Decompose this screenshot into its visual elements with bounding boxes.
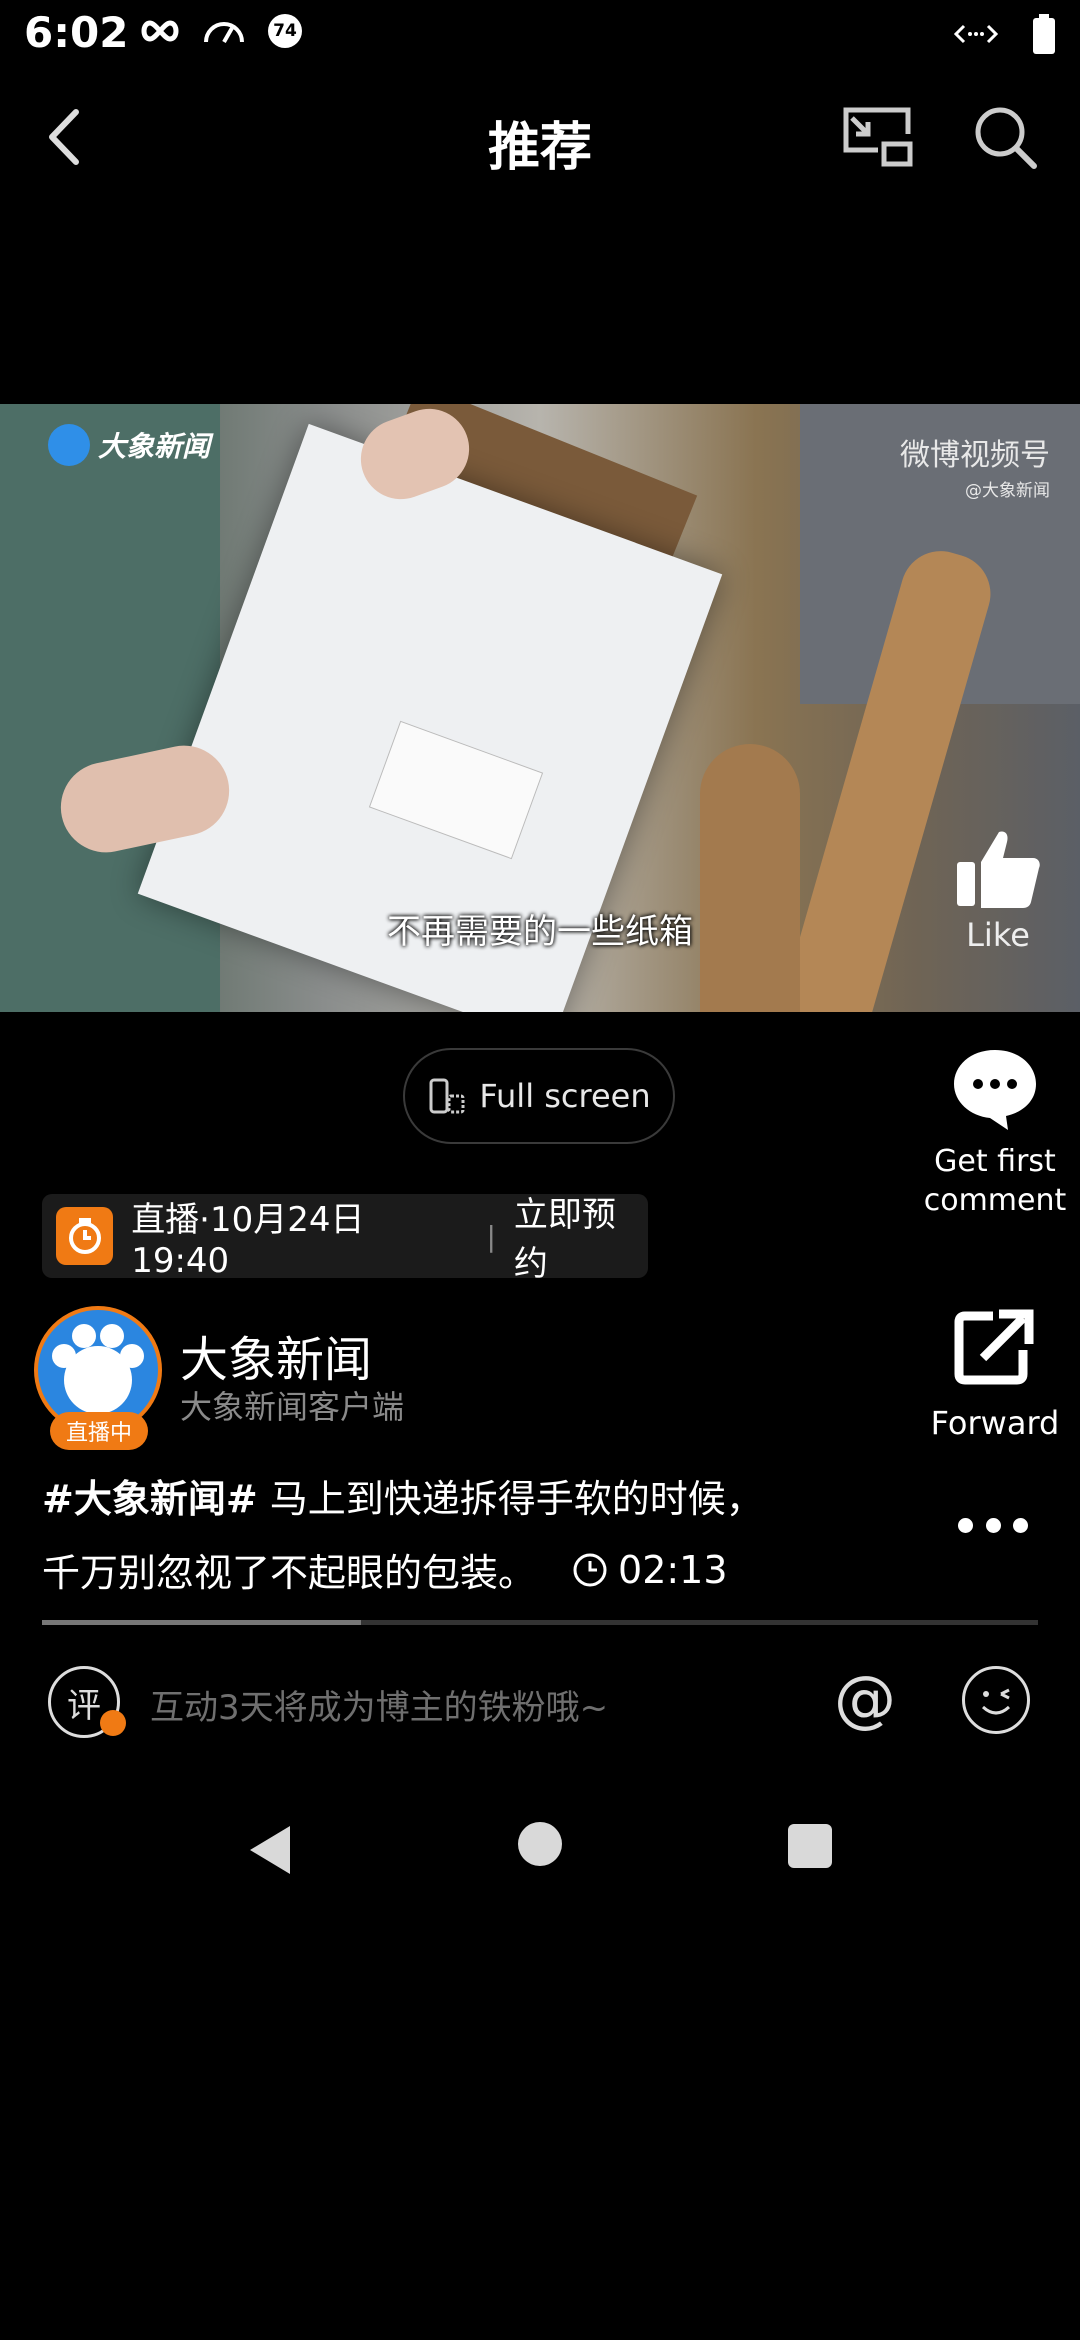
like-button[interactable]: Like [948, 826, 1048, 954]
comment-label: Get first comment [923, 1144, 1067, 1218]
full-screen-label: Full screen [479, 1077, 651, 1115]
thumbs-up-icon [957, 831, 1040, 908]
reserve-link[interactable]: 立即预约 [514, 1187, 648, 1285]
infinity-icon [141, 20, 179, 42]
emoji-icon[interactable] [962, 1666, 1030, 1734]
live-banner[interactable]: 直播·10月24日 19:40 | 立即预约 [42, 1194, 648, 1284]
status-icons: 74 [140, 14, 302, 48]
page-title: 推荐 [487, 118, 592, 178]
comment-button[interactable]: Get first comment [910, 1046, 1080, 1220]
watermark-left-text: 大象新闻 [98, 430, 211, 463]
author-subtitle: 大象新闻客户端 [180, 1388, 405, 1426]
verified-check-icon [100, 1710, 126, 1736]
like-label: Like [966, 916, 1030, 954]
playback-progress-fill [42, 1620, 361, 1625]
elephant-logo-icon [48, 424, 90, 466]
comment-bubble-icon [954, 1050, 1036, 1130]
duration: 02:13 [572, 1548, 728, 1592]
live-status-tag: 直播中 [50, 1412, 148, 1450]
battery-icon [1033, 14, 1055, 54]
mention-icon[interactable]: @ [832, 1666, 898, 1732]
status-time: 6:02 [24, 8, 129, 57]
duration-text: 02:13 [618, 1547, 728, 1592]
nav-back-icon[interactable] [244, 1820, 304, 1880]
picture-in-picture-icon[interactable] [838, 104, 916, 168]
comment-input[interactable]: 互动3天将成为博主的铁粉哦~ [150, 1680, 608, 1729]
post-caption-line2: 千万别忽视了不起眼的包装。 02:13 [42, 1542, 728, 1597]
search-icon[interactable] [970, 102, 1040, 172]
status-right [954, 14, 1056, 54]
video-subtitle: 不再需要的一些纸箱 [387, 912, 693, 952]
video-watermark-left: 大象新闻 [48, 424, 210, 466]
nav-recents-icon[interactable] [788, 1824, 832, 1868]
video-player[interactable]: 大象新闻 微博视频号 @大象新闻 不再需要的一些纸箱 [0, 404, 1080, 1012]
live-banner-text: 直播·10月24日 19:40 [131, 1199, 365, 1281]
forward-label: Forward [930, 1404, 1060, 1442]
playback-progress-bar[interactable] [42, 1620, 1038, 1625]
alarm-clock-icon [56, 1207, 114, 1265]
share-icon [954, 1309, 1034, 1385]
speedometer-icon [204, 22, 244, 43]
more-options-icon[interactable] [958, 1518, 1028, 1533]
video-watermark-right: 微博视频号 @大象新闻 [900, 430, 1050, 501]
author-name[interactable]: 大象新闻 [180, 1320, 372, 1390]
forward-button[interactable]: Forward [920, 1306, 1070, 1442]
post-caption-line1: #大象新闻# 马上到快递拆得手软的时候， [42, 1468, 764, 1523]
full-screen-button[interactable]: Full screen [403, 1048, 675, 1144]
nav-home-icon[interactable] [518, 1822, 562, 1866]
divider: | [486, 1219, 496, 1253]
caption-text-2: 千万别忽视了不起眼的包装。 [42, 1551, 537, 1595]
notification-badge: 74 [268, 14, 302, 48]
video-scene-tube [700, 744, 800, 1012]
clock-icon [573, 1553, 607, 1586]
watermark-right-title: 微博视频号 [900, 438, 1050, 473]
data-sync-icon [954, 24, 998, 44]
phone-rotate-icon [429, 1078, 465, 1114]
hashtag-link[interactable]: #大象新闻# [42, 1477, 258, 1521]
watermark-right-sub: @大象新闻 [965, 481, 1050, 501]
caption-text-1: 马上到快递拆得手软的时候， [257, 1477, 764, 1521]
